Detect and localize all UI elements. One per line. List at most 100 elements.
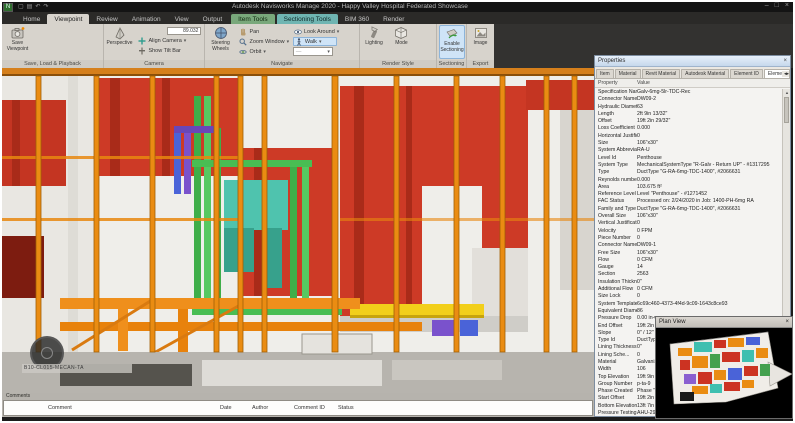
- properties-tab-scroll-arrows[interactable]: ◂▸: [782, 71, 789, 77]
- redo-icon[interactable]: ↷: [43, 2, 48, 12]
- property-row[interactable]: Additional Flow 0 CFM: [595, 286, 783, 293]
- scrollbar-thumb[interactable]: [784, 97, 789, 123]
- plan-view-title-bar[interactable]: Plan View ×: [656, 317, 792, 328]
- eye-icon: [294, 28, 302, 36]
- export-image-button[interactable]: Image: [469, 25, 492, 59]
- property-row[interactable]: Loss Coefficient 0.000: [595, 125, 783, 132]
- properties-title-bar[interactable]: Properties ×: [595, 56, 790, 67]
- property-row[interactable]: Length 2ft 9in 13/32": [595, 111, 783, 118]
- tab-view[interactable]: View: [168, 14, 196, 24]
- properties-tab-item[interactable]: Item: [596, 69, 614, 78]
- save-icon[interactable]: ▤: [27, 2, 33, 12]
- property-row[interactable]: System Templates 6c69c460-4373-4f4d-9c09…: [595, 301, 783, 308]
- property-row[interactable]: Size Lock 0: [595, 293, 783, 300]
- minimize-button[interactable]: –: [765, 2, 769, 9]
- property-row[interactable]: Section 2563: [595, 271, 783, 278]
- panel-label-render-style[interactable]: Render Style: [360, 60, 436, 68]
- property-row[interactable]: Horizontal Justific... 0: [595, 133, 783, 140]
- plan-view-map[interactable]: [656, 328, 792, 418]
- comments-table[interactable]: Comment Date Author Comment ID Status: [3, 400, 593, 416]
- tab-review[interactable]: Review: [89, 14, 124, 24]
- property-value: Galv-6mg-5lr-TDC-Rec: [637, 89, 783, 96]
- property-row[interactable]: Reynolds number 0.000: [595, 177, 783, 184]
- property-row[interactable]: Flow 0 CFM: [595, 257, 783, 264]
- tab-bim360[interactable]: BIM 360: [338, 14, 376, 24]
- property-name: Reference Level: [595, 191, 637, 198]
- properties-tab-material[interactable]: Material: [615, 69, 641, 78]
- maximize-button[interactable]: □: [775, 2, 779, 9]
- property-row[interactable]: Connector Name1 DW09-1: [595, 242, 783, 249]
- walk-button[interactable]: Walk▾: [293, 37, 337, 46]
- tab-viewpoint[interactable]: Viewpoint: [47, 14, 89, 24]
- property-row[interactable]: Velocity 0 FPM: [595, 228, 783, 235]
- comments-panel-title[interactable]: Comments: [2, 393, 594, 400]
- property-row[interactable]: Piece Number 0: [595, 235, 783, 242]
- tab-home[interactable]: Home: [16, 14, 47, 24]
- save-viewpoint-button[interactable]: Save Viewpoint: [4, 25, 31, 59]
- panel-label-save[interactable]: Save, Load & Playback: [2, 60, 103, 68]
- mode-button[interactable]: Mode: [390, 25, 412, 59]
- panel-label-sectioning[interactable]: Sectioning: [437, 60, 466, 68]
- model-viewport[interactable]: B10-CL015-MECAN-TA: [2, 68, 594, 393]
- lighting-button[interactable]: Lighting: [362, 25, 386, 59]
- property-name: System Type: [595, 162, 637, 169]
- property-row[interactable]: Insulation Thickn... 0": [595, 279, 783, 286]
- panel-label-camera[interactable]: Camera: [104, 60, 204, 68]
- align-camera-button[interactable]: Align Camera▾: [137, 36, 201, 45]
- property-name: Lining Thickness: [595, 344, 637, 351]
- panel-label-export[interactable]: Export: [467, 60, 494, 68]
- property-row[interactable]: Specification Name Galv-6mg-5lr-TDC-Rec: [595, 89, 783, 96]
- steering-wheels-button[interactable]: Steering Wheels: [207, 25, 234, 59]
- property-name: Connector Name2: [595, 96, 637, 103]
- properties-tab-revit-material[interactable]: Revit Material: [642, 69, 681, 78]
- close-button[interactable]: ×: [785, 2, 789, 9]
- tab-sectioning-tools[interactable]: Sectioning Tools: [277, 14, 338, 24]
- property-row[interactable]: System Type MechanicalSystemType "R-Galv…: [595, 162, 783, 169]
- panel-sectioning: Enable Sectioning Sectioning: [437, 24, 467, 68]
- tab-animation[interactable]: Animation: [125, 14, 168, 24]
- tab-render[interactable]: Render: [376, 14, 411, 24]
- pan-button[interactable]: Pan: [238, 27, 288, 36]
- app-menu-button[interactable]: N: [3, 3, 13, 12]
- property-row[interactable]: Level Id Penthouse: [595, 155, 783, 162]
- perspective-button[interactable]: Perspective: [106, 25, 133, 59]
- zoom-window-button[interactable]: Zoom Window▾: [238, 37, 288, 46]
- orbit-button[interactable]: Orbit▾: [238, 47, 288, 56]
- property-row[interactable]: Connector Name2 DW09-2: [595, 96, 783, 103]
- properties-tab-autodesk-material[interactable]: Autodesk Material: [681, 69, 729, 78]
- property-row[interactable]: Size 106"x30": [595, 140, 783, 147]
- properties-tab-element-id[interactable]: Element ID: [730, 69, 763, 78]
- property-row[interactable]: Offset 19ft 2in 29/32": [595, 118, 783, 125]
- property-row[interactable]: Equivalent Diame... 86: [595, 308, 783, 315]
- property-row[interactable]: Free Size 106"x30": [595, 250, 783, 257]
- property-row[interactable]: Hydraulic Diameter 63: [595, 104, 783, 111]
- property-row[interactable]: System Abbreviati... RA-U: [595, 147, 783, 154]
- property-row[interactable]: Overall Size 106"x30": [595, 213, 783, 220]
- open-icon[interactable]: ▢: [18, 2, 24, 12]
- comments-column-author[interactable]: Author: [252, 405, 268, 411]
- fov-field[interactable]: 89.032: [167, 27, 201, 35]
- undo-icon[interactable]: ↶: [35, 2, 40, 12]
- comments-column-date[interactable]: Date: [220, 405, 232, 411]
- tab-item-tools[interactable]: Item Tools: [231, 14, 275, 24]
- comments-column-status[interactable]: Status: [338, 405, 354, 411]
- property-row[interactable]: Vertical Justificati... 0: [595, 220, 783, 227]
- comments-column-comment[interactable]: Comment: [48, 405, 72, 411]
- tab-output[interactable]: Output: [196, 14, 230, 24]
- property-row[interactable]: Type DuctType "G-RA-6mg-TDC-1400", #2066…: [595, 169, 783, 176]
- property-name: Area: [595, 184, 637, 191]
- property-row[interactable]: FAC Status Processed on: 2/24/2020 in Jo…: [595, 198, 783, 205]
- comments-column-comment-id[interactable]: Comment ID: [294, 405, 325, 411]
- show-tilt-bar-button[interactable]: Show Tilt Bar: [137, 46, 201, 55]
- property-row[interactable]: Reference Level Level "Penthouse" - #127…: [595, 191, 783, 198]
- property-row[interactable]: Family and Type DuctType "G-RA-6mg-TDC-1…: [595, 206, 783, 213]
- property-row[interactable]: Area 103.675 ft²: [595, 184, 783, 191]
- panel-label-navigate[interactable]: Navigate: [205, 60, 359, 68]
- scroll-up-icon[interactable]: ▲: [783, 89, 791, 97]
- walk-speed-dropdown[interactable]: —▾: [293, 47, 333, 56]
- property-row[interactable]: Gauge 14: [595, 264, 783, 271]
- look-around-button[interactable]: Look Around▾: [293, 27, 337, 36]
- properties-close-icon[interactable]: ×: [783, 56, 787, 66]
- enable-sectioning-button[interactable]: Enable Sectioning: [439, 25, 465, 59]
- plan-view-close-icon[interactable]: ×: [785, 317, 789, 327]
